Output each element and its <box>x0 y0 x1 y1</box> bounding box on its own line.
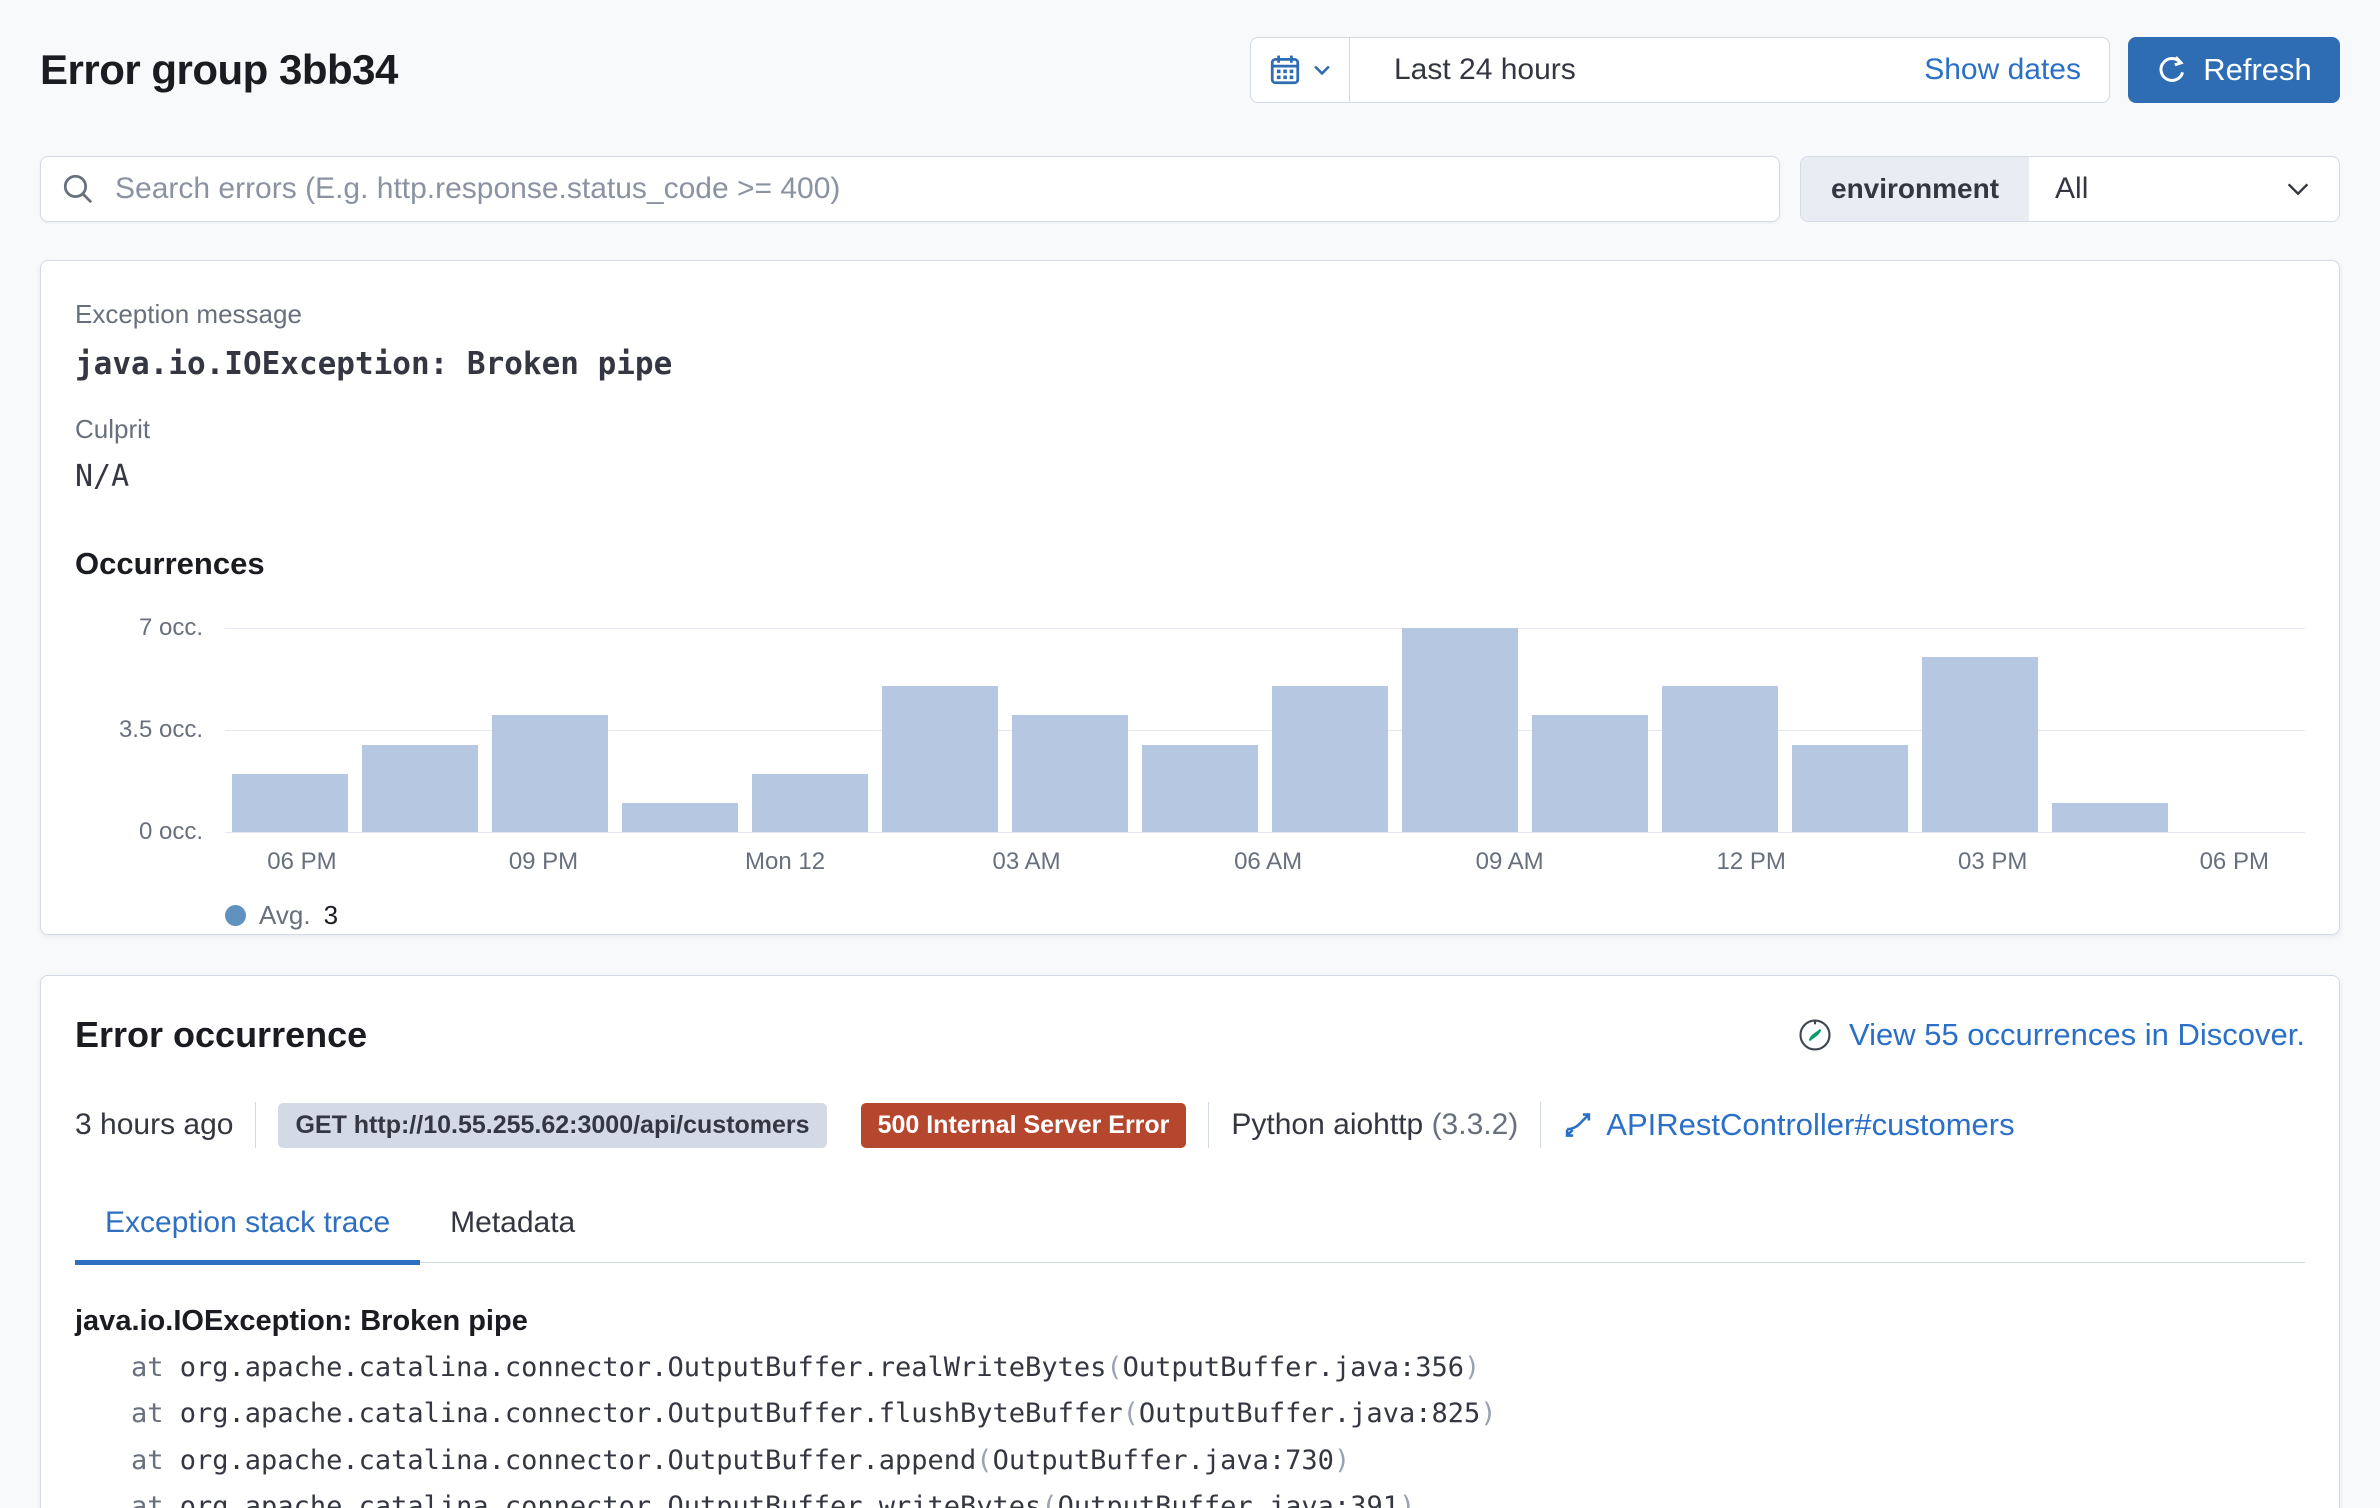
x-axis-tick-label: Mon 12 <box>745 848 825 876</box>
chart-y-axis: 7 occ.3.5 occ.0 occ. <box>75 628 225 832</box>
stack-frame: at org.apache.catalina.connector.OutputB… <box>75 1398 2305 1430</box>
occurrence-bar <box>752 774 867 832</box>
occurrence-bar <box>1662 686 1777 832</box>
y-axis-tick-label: 3.5 occ. <box>119 716 203 744</box>
occurrence-bar <box>1272 686 1387 832</box>
x-axis-tick-label: 09 PM <box>509 848 578 876</box>
search-input[interactable] <box>113 171 1759 207</box>
chart-legend: Avg. 3 <box>225 900 2305 931</box>
chevron-down-icon <box>2283 174 2313 204</box>
chart-x-axis: 06 PM 09 PM Mon 12 03 AM 06 AM 09 AM 12 PM 03 P… <box>225 832 2305 876</box>
y-axis-tick-label: 0 occ. <box>139 818 203 846</box>
occurrences-chart: 7 occ.3.5 occ.0 occ. <box>75 628 2305 832</box>
page-header: Error group 3bb34 <box>40 0 2340 106</box>
occurrence-bar <box>2052 803 2167 832</box>
agent-version: (3.3.2) <box>1432 1108 1519 1141</box>
stack-trace: java.io.IOException: Broken pipe at org.… <box>75 1305 2305 1508</box>
search-box[interactable] <box>40 156 1780 222</box>
occurrence-bar <box>1142 745 1257 832</box>
occurrence-meta-row: 3 hours ago GET http://10.55.255.62:3000… <box>75 1102 2305 1148</box>
x-axis-tick-label: 03 AM <box>993 848 1061 876</box>
legend-dot-icon <box>225 905 246 926</box>
occurrence-timestamp: 3 hours ago <box>75 1108 233 1142</box>
legend-label: Avg. <box>259 900 311 931</box>
refresh-button-label: Refresh <box>2203 52 2312 88</box>
x-axis-tick-label: 12 PM <box>1717 848 1786 876</box>
request-badge: GET http://10.55.255.62:3000/api/custome… <box>278 1103 826 1148</box>
occurrence-bar <box>622 803 737 832</box>
occurrence-bar <box>1532 715 1647 832</box>
gridline <box>225 628 2305 629</box>
stack-frame: at org.apache.catalina.connector.OutputB… <box>75 1445 2305 1477</box>
tab-exception-stack-trace[interactable]: Exception stack trace <box>75 1206 420 1265</box>
stack-frame: at org.apache.catalina.connector.OutputB… <box>75 1491 2305 1508</box>
y-axis-tick-label: 7 occ. <box>139 614 203 642</box>
search-icon <box>61 172 95 206</box>
occurrence-bar <box>882 686 997 832</box>
page-title: Error group 3bb34 <box>40 46 398 94</box>
culprit-value: N/A <box>75 459 2305 494</box>
environment-selected-value: All <box>2055 172 2088 206</box>
x-axis-tick-label: 06 PM <box>2200 848 2269 876</box>
show-dates-link[interactable]: Show dates <box>1924 53 2109 87</box>
error-summary-card: Exception message java.io.IOException: B… <box>40 260 2340 935</box>
occurrence-bar <box>1012 715 1127 832</box>
legend-value: 3 <box>324 900 338 931</box>
time-controls: Last 24 hours Show dates Refresh <box>1250 37 2340 103</box>
occurrence-bar <box>232 774 347 832</box>
exception-message-label: Exception message <box>75 299 2305 330</box>
tab-metadata[interactable]: Metadata <box>420 1206 605 1265</box>
occurrence-bar <box>1402 628 1517 832</box>
culprit-label: Culprit <box>75 414 2305 445</box>
environment-filter-label: environment <box>1801 157 2029 221</box>
vertical-divider <box>1208 1102 1209 1148</box>
discover-compass-icon <box>1796 1016 1834 1054</box>
x-axis-tick-label: 06 AM <box>1234 848 1302 876</box>
vertical-divider <box>255 1102 256 1148</box>
environment-filter: environment All <box>1800 156 2340 222</box>
time-range-value[interactable]: Last 24 hours <box>1350 53 1924 87</box>
occurrences-chart-title: Occurrences <box>75 546 2305 582</box>
refresh-icon <box>2156 54 2188 86</box>
occurrence-bar <box>362 745 477 832</box>
vertical-divider <box>1540 1102 1541 1148</box>
status-code-badge: 500 Internal Server Error <box>861 1103 1187 1148</box>
error-occurrence-title: Error occurrence <box>75 1014 367 1056</box>
date-picker[interactable]: Last 24 hours Show dates <box>1250 37 2110 103</box>
stack-frame: at org.apache.catalina.connector.OutputB… <box>75 1352 2305 1384</box>
search-row: environment All <box>40 156 2340 222</box>
x-axis-tick-label: 06 PM <box>267 848 336 876</box>
x-axis-tick-label: 09 AM <box>1476 848 1544 876</box>
agent-name: Python aiohttp <box>1231 1108 1423 1141</box>
environment-select[interactable]: All <box>2029 157 2339 221</box>
agent-info: Python aiohttp (3.3.2) <box>1231 1108 1518 1142</box>
occurrence-bar <box>1792 745 1907 832</box>
occurrences-plot[interactable] <box>225 628 2305 832</box>
stack-trace-heading: java.io.IOException: Broken pipe <box>75 1305 2305 1338</box>
transaction-link[interactable]: APIRestController#customers <box>1563 1107 2014 1143</box>
error-occurrence-header: Error occurrence View 55 occurrences in … <box>75 1014 2305 1056</box>
occurrence-tabs: Exception stack traceMetadata <box>75 1206 2305 1263</box>
transaction-link-label: APIRestController#customers <box>1606 1107 2014 1143</box>
error-occurrence-card: Error occurrence View 55 occurrences in … <box>40 975 2340 1508</box>
stack-frames: at org.apache.catalina.connector.OutputB… <box>75 1352 2305 1508</box>
occurrence-bar <box>492 715 607 832</box>
occurrence-bar <box>1922 657 2037 832</box>
quick-select-button[interactable] <box>1251 38 1350 102</box>
discover-link-label: View 55 occurrences in Discover. <box>1849 1017 2305 1053</box>
exception-message-value: java.io.IOException: Broken pipe <box>75 346 2305 382</box>
x-axis-tick-label: 03 PM <box>1958 848 2027 876</box>
chevron-down-icon <box>1311 59 1333 81</box>
refresh-button[interactable]: Refresh <box>2128 37 2340 103</box>
calendar-icon <box>1268 53 1302 87</box>
discover-link[interactable]: View 55 occurrences in Discover. <box>1796 1016 2305 1054</box>
transaction-icon <box>1563 1110 1593 1140</box>
